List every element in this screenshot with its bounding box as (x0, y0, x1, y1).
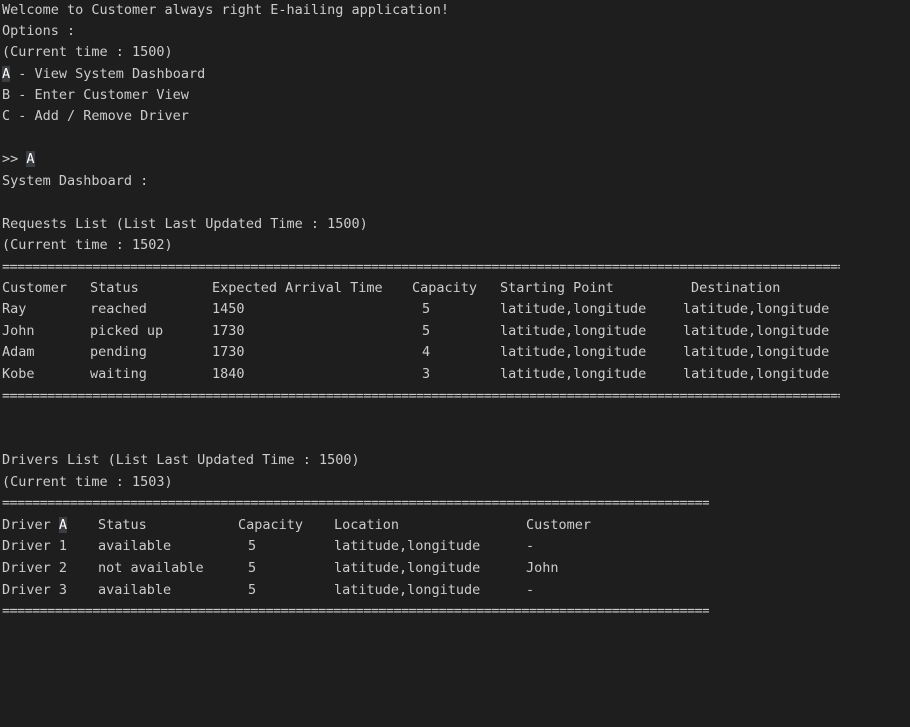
request-customer: Kobe (2, 366, 35, 382)
col-header-driver-status: Status (98, 517, 147, 533)
request-starting-point: latitude,longitude (500, 366, 647, 382)
request-status: waiting (90, 366, 147, 382)
driver-location: latitude,longitude (334, 538, 481, 554)
request-capacity: 5 (422, 301, 431, 317)
request-customer: John (2, 323, 35, 339)
request-starting-point: latitude,longitude (500, 323, 647, 339)
col-header-customer: Customer (526, 517, 592, 533)
table-row: Driver 3 available 5 latitude,longitude … (2, 580, 902, 601)
driver-name: Driver 1 (2, 538, 68, 554)
menu-option-a: A - View System Dashboard (2, 64, 205, 85)
menu-option-c: C - Add / Remove Driver (2, 108, 189, 124)
col-header-status: Status (90, 280, 139, 296)
prompt-input: A (26, 151, 35, 167)
request-status: pending (90, 344, 147, 360)
menu-option-a-text: - View System Dashboard (10, 66, 206, 82)
request-destination: latitude,longitude (683, 366, 830, 382)
col-header-destination: Destination (691, 280, 781, 296)
table-row: Driver 2 not available 5 latitude,longit… (2, 558, 902, 579)
col-header-starting-point: Starting Point (500, 280, 614, 296)
requests-top-rule: ========================================… (2, 259, 840, 275)
driver-status: available (98, 538, 172, 554)
table-row: Driver 1 available 5 latitude,longitude … (2, 536, 902, 557)
driver-location: latitude,longitude (334, 560, 481, 576)
col-header-customer: Customer (2, 280, 68, 296)
request-destination: latitude,longitude (683, 323, 830, 339)
drivers-bottom-rule: ========================================… (2, 603, 709, 619)
driver-location: latitude,longitude (334, 582, 481, 598)
driver-customer: John (526, 560, 559, 576)
requests-current-time: (Current time : 1502) (2, 237, 173, 253)
request-destination: latitude,longitude (683, 344, 830, 360)
col-header-location: Location (334, 517, 400, 533)
col-header-expected-arrival-time: Expected Arrival Time (212, 280, 383, 296)
table-row: Adam pending 1730 4 latitude,longitude l… (2, 342, 902, 363)
requests-header-row: Customer Status Expected Arrival Time Ca… (2, 278, 902, 299)
request-expected-arrival: 1730 (212, 323, 245, 339)
request-starting-point: latitude,longitude (500, 301, 647, 317)
driver-capacity: 5 (248, 582, 257, 598)
request-expected-arrival: 1450 (212, 301, 245, 317)
driver-name: Driver 2 (2, 560, 68, 576)
drivers-header-row: Driver A Status Capacity Location Custom… (2, 515, 902, 536)
driver-capacity: 5 (248, 560, 257, 576)
prompt-symbol: >> (2, 151, 27, 167)
request-destination: latitude,longitude (683, 301, 830, 317)
request-capacity: 5 (422, 323, 431, 339)
driver-name: Driver 3 (2, 582, 68, 598)
drivers-title: Drivers List (List Last Updated Time : 1… (2, 452, 360, 468)
request-customer: Adam (2, 344, 35, 360)
driver-status: available (98, 582, 172, 598)
request-expected-arrival: 1840 (212, 366, 245, 382)
table-row: Kobe waiting 1840 3 latitude,longitude l… (2, 364, 902, 385)
drivers-current-time: (Current time : 1503) (2, 474, 173, 490)
menu-option-b: B - Enter Customer View (2, 87, 189, 103)
requests-title: Requests List (List Last Updated Time : … (2, 216, 368, 232)
col-header-driver-prefix: Driver (2, 517, 59, 533)
current-time-line: (Current time : 1500) (2, 44, 173, 60)
terminal-output[interactable]: Welcome to Customer always right E-haili… (2, 0, 907, 643)
col-header-driver-selection: A (58, 517, 68, 533)
driver-capacity: 5 (248, 538, 257, 554)
request-starting-point: latitude,longitude (500, 344, 647, 360)
options-label: Options : (2, 23, 76, 39)
request-customer: Ray (2, 301, 27, 317)
request-status: picked up (90, 323, 164, 339)
col-header-capacity: Capacity (412, 280, 478, 296)
request-status: reached (90, 301, 147, 317)
col-header-driver-capacity: Capacity (238, 517, 304, 533)
command-prompt: >> A (2, 149, 35, 170)
driver-status: not available (98, 560, 204, 576)
request-expected-arrival: 1730 (212, 344, 245, 360)
dashboard-title: System Dashboard : (2, 173, 149, 189)
requests-bottom-rule: ========================================… (2, 388, 840, 404)
menu-option-a-key: A (2, 66, 11, 82)
table-row: Ray reached 1450 5 latitude,longitude la… (2, 299, 902, 320)
request-capacity: 3 (422, 366, 431, 382)
welcome-line: Welcome to Customer always right E-haili… (2, 2, 450, 18)
driver-customer: - (526, 582, 535, 598)
table-row: John picked up 1730 5 latitude,longitude… (2, 321, 902, 342)
driver-customer: - (526, 538, 535, 554)
drivers-top-rule: ========================================… (2, 495, 709, 511)
col-header-driver: Driver A (2, 515, 68, 536)
request-capacity: 4 (422, 344, 431, 360)
